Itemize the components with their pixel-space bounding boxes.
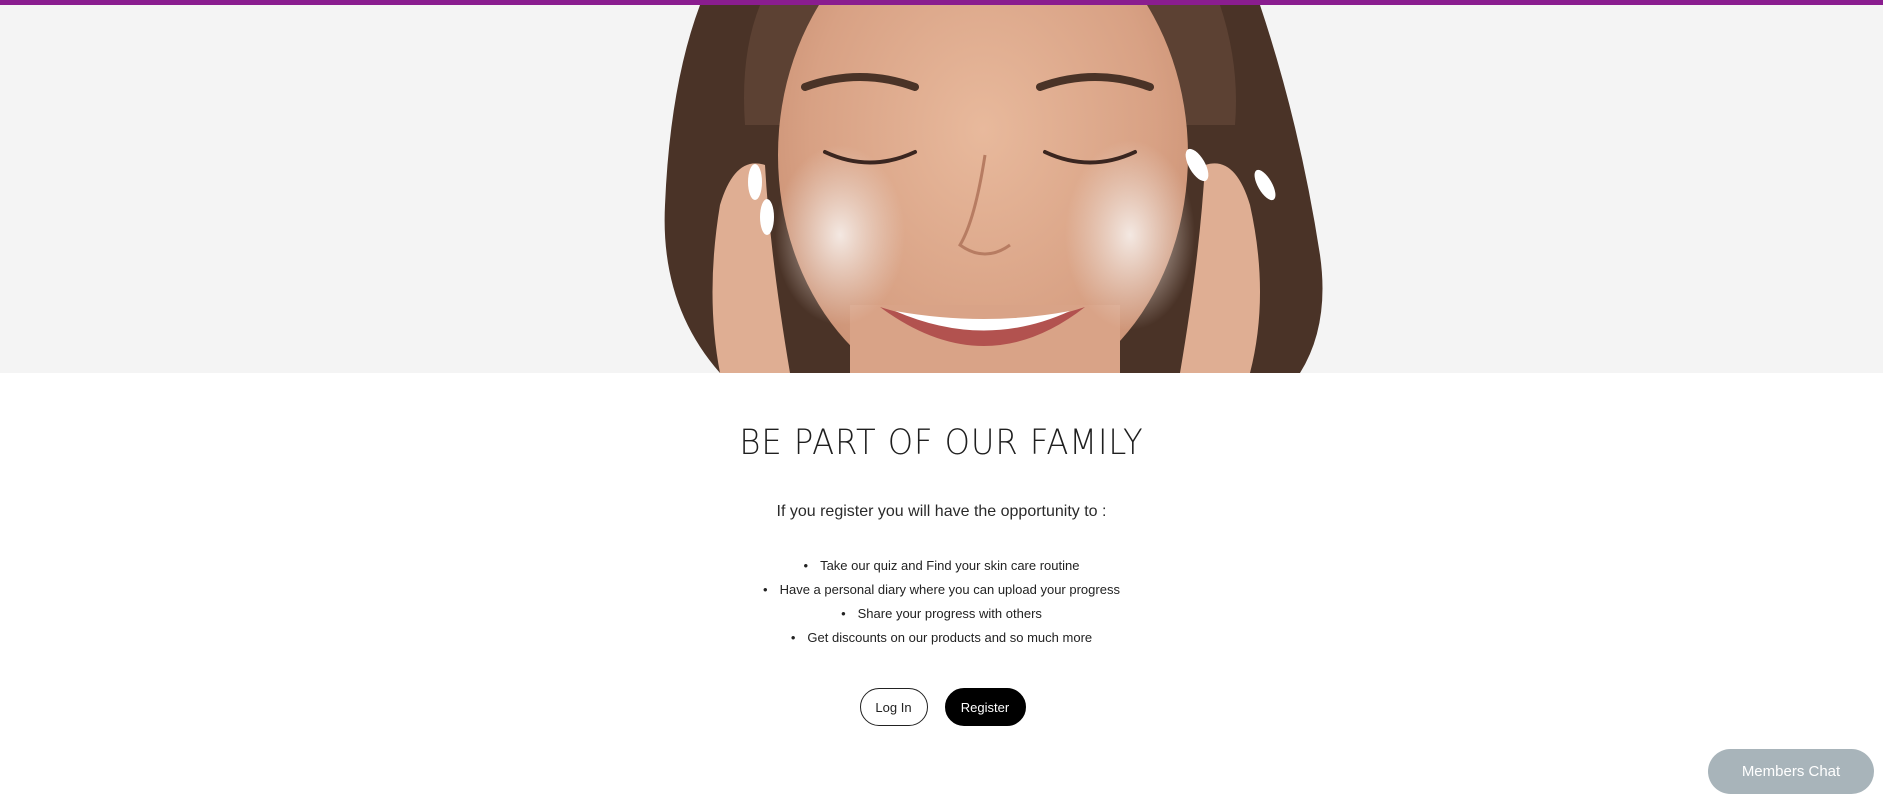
benefit-item: Share your progress with others — [0, 602, 1883, 626]
benefit-item: Get discounts on our products and so muc… — [0, 626, 1883, 650]
section-heading: BE PART OF OUR FAMILY — [739, 423, 1144, 463]
auth-buttons: Log In Register — [1, 688, 1883, 726]
benefits-list: Take our quiz and Find your skin care ro… — [0, 554, 1883, 650]
login-button[interactable]: Log In — [859, 688, 928, 726]
register-section: BE PART OF OUR FAMILY If you register yo… — [0, 373, 1883, 806]
page: BE PART OF OUR FAMILY If you register yo… — [0, 0, 1883, 806]
benefit-item: Take our quiz and Find your skin care ro… — [0, 554, 1883, 578]
benefit-item: Have a personal diary where you can uplo… — [0, 578, 1883, 602]
hero-image — [0, 5, 1883, 373]
members-chat-button[interactable]: Members Chat — [1708, 749, 1874, 794]
register-button[interactable]: Register — [944, 688, 1026, 726]
section-intro: If you register you will have the opport… — [776, 503, 1107, 520]
hero-illustration — [664, 5, 1323, 373]
